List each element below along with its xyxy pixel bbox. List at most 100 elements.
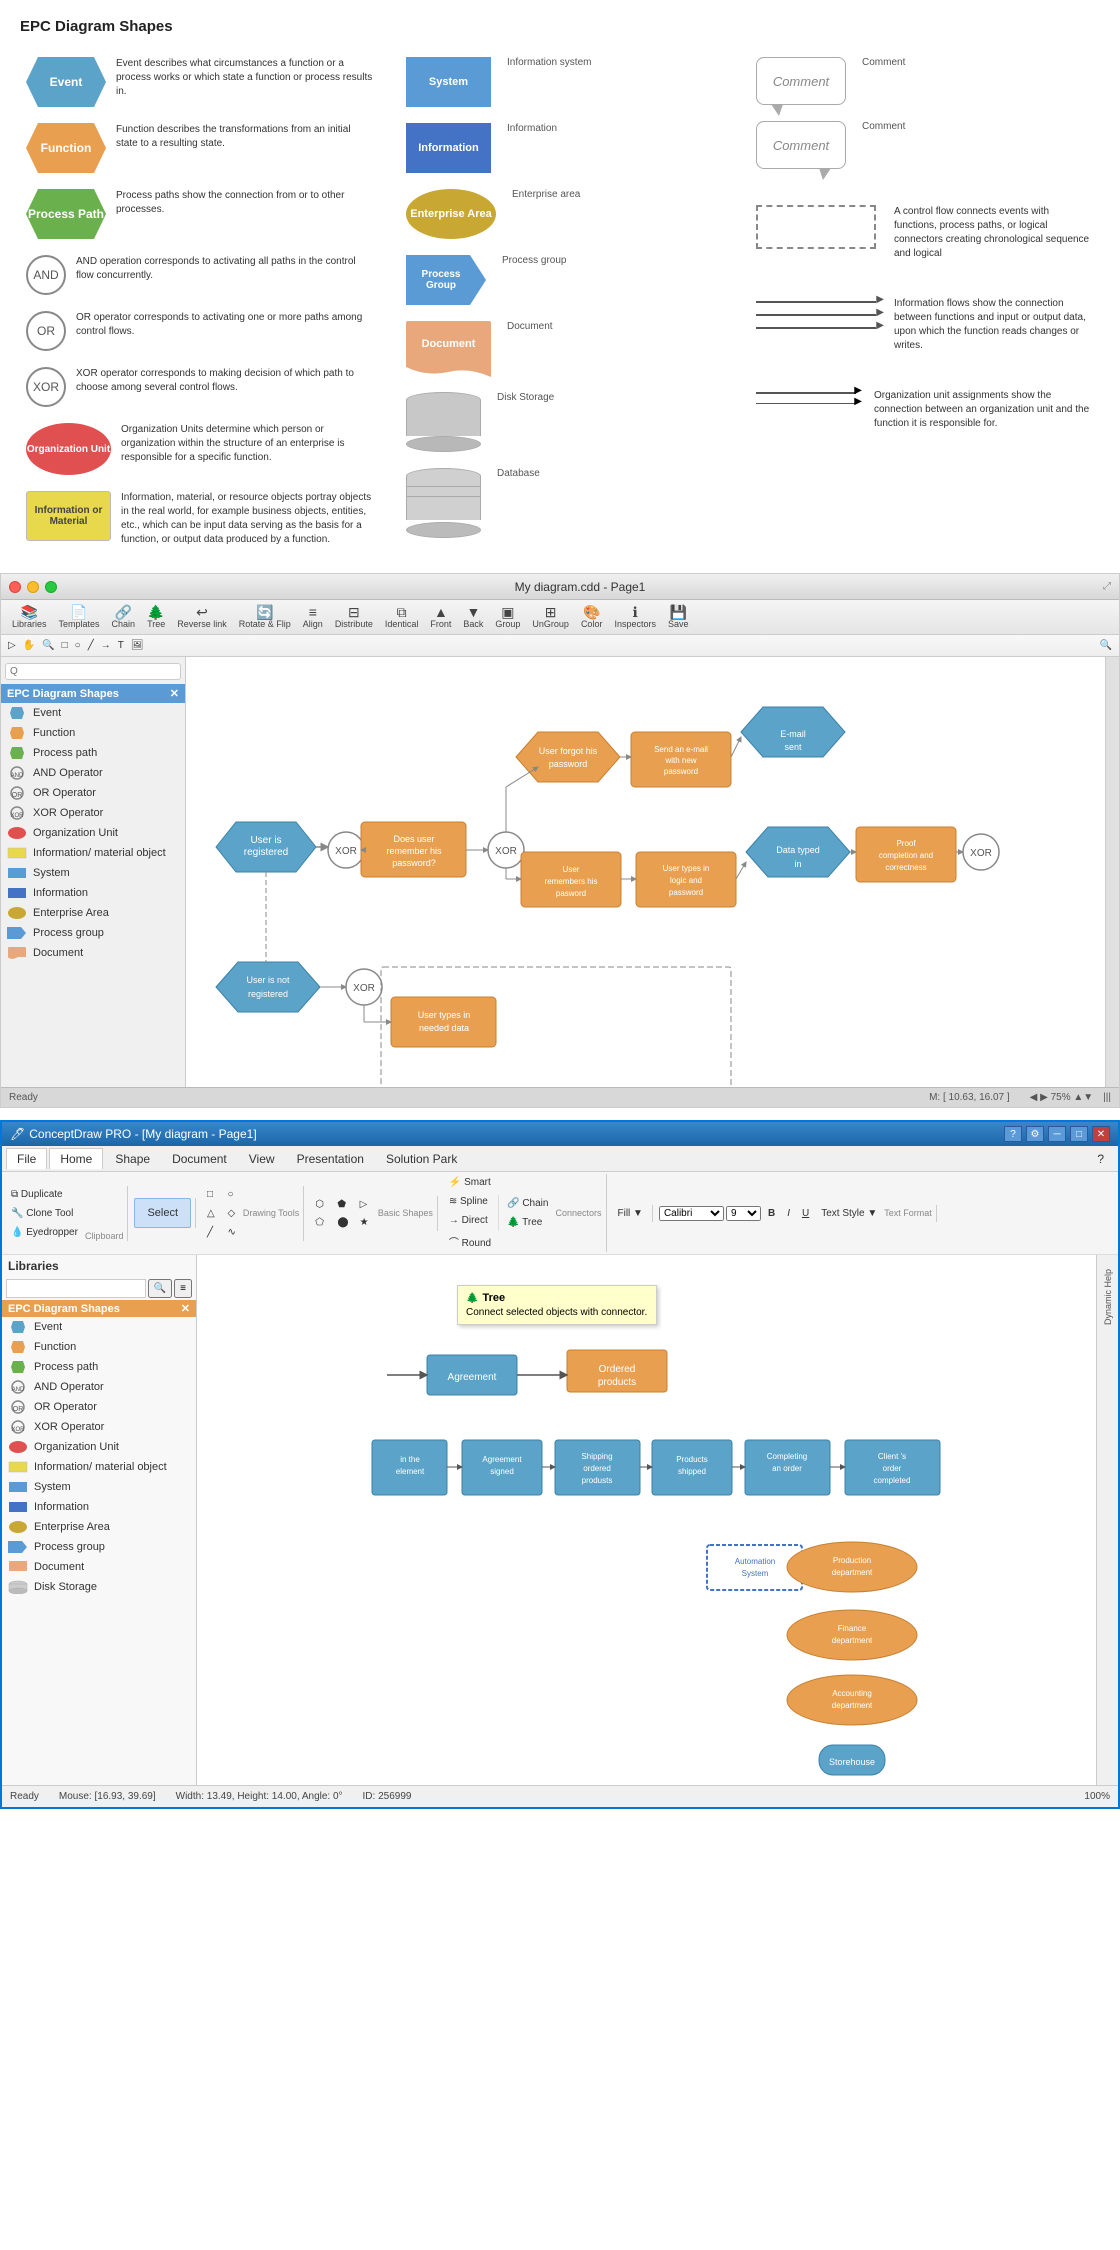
win-search-input[interactable]: [6, 1279, 146, 1298]
sidebar-or[interactable]: OR OR Operator: [1, 783, 185, 803]
bs3-btn[interactable]: ▷: [355, 1196, 376, 1213]
tb2-img[interactable]: 🖼: [128, 639, 147, 652]
bs4-btn[interactable]: ⬠: [310, 1214, 331, 1231]
tb2-hand[interactable]: ✋: [20, 639, 38, 652]
win-sidebar-cat-close[interactable]: ✕: [181, 1302, 190, 1315]
tb-ungroup[interactable]: ⊞ UnGroup: [527, 603, 574, 631]
tb-rotateflip[interactable]: 🔄 Rotate & Flip: [234, 603, 296, 631]
select-btn[interactable]: Select: [134, 1198, 191, 1228]
win-tab-presentation[interactable]: Presentation: [287, 1149, 374, 1169]
win-tab-document[interactable]: Document: [162, 1149, 237, 1169]
tb-save[interactable]: 💾 Save: [663, 603, 694, 631]
spline-connector-btn[interactable]: ≋ Spline: [444, 1193, 496, 1210]
win-close-btn[interactable]: ✕: [1092, 1126, 1110, 1142]
tb2-round[interactable]: ○: [72, 639, 84, 652]
win-sidebar-xor[interactable]: XOR XOR Operator: [2, 1417, 196, 1437]
tb-templates[interactable]: 📄 Templates: [54, 603, 105, 631]
mac-close-btn[interactable]: [9, 581, 21, 593]
tb-chain[interactable]: 🔗 Chain: [107, 603, 141, 631]
draw-line-btn[interactable]: ╱: [202, 1224, 220, 1241]
win-tab-home[interactable]: Home: [49, 1148, 103, 1169]
font-italic-btn[interactable]: I: [782, 1205, 795, 1222]
tb-color[interactable]: 🎨 Color: [576, 603, 608, 631]
win-settings-btn[interactable]: ⚙: [1026, 1126, 1044, 1142]
tb2-zoom[interactable]: 🔍: [39, 639, 57, 652]
win-tab-file[interactable]: File: [6, 1148, 47, 1169]
smart-connector-btn[interactable]: ⚡ Smart: [444, 1174, 496, 1191]
eyedropper-btn[interactable]: 💧 Eyedropper: [6, 1224, 83, 1241]
win-sidebar-entarea[interactable]: Enterprise Area: [2, 1517, 196, 1537]
font-size-select[interactable]: 9: [726, 1206, 761, 1221]
draw-tri-btn[interactable]: △: [202, 1205, 220, 1222]
tb-back[interactable]: ▼ Back: [458, 603, 488, 631]
bs5-btn[interactable]: ⬤: [332, 1214, 353, 1231]
tree-connector-btn[interactable]: 🌲 Tree: [502, 1214, 553, 1231]
tb-group[interactable]: ▣ Group: [490, 603, 525, 631]
tb2-arrow[interactable]: →: [98, 639, 114, 652]
duplicate-btn[interactable]: ⧉ Duplicate: [6, 1186, 83, 1203]
sidebar-xor[interactable]: XOR XOR Operator: [1, 803, 185, 823]
mac-sidebar-close[interactable]: ✕: [170, 687, 179, 700]
tb2-search[interactable]: 🔍: [1097, 639, 1115, 652]
sidebar-system[interactable]: System: [1, 863, 185, 883]
text-style-btn[interactable]: Text Style ▼: [816, 1205, 882, 1222]
tb2-rect[interactable]: □: [59, 639, 71, 652]
mac-maximize-btn[interactable]: [45, 581, 57, 593]
tb-inspectors[interactable]: ℹ Inspectors: [609, 603, 661, 631]
win-canvas[interactable]: 🌲 Tree Connect selected objects with con…: [197, 1255, 1096, 1785]
win-tab-view[interactable]: View: [239, 1149, 285, 1169]
bs6-btn[interactable]: ★: [355, 1214, 376, 1231]
mac-expand-icon[interactable]: ⤢: [1103, 581, 1111, 592]
clone-tool-btn[interactable]: 🔧 Clone Tool: [6, 1205, 83, 1222]
sidebar-processgroup[interactable]: Process group: [1, 923, 185, 943]
win-help-btn[interactable]: ?: [1004, 1126, 1022, 1142]
bs2-btn[interactable]: ⬟: [332, 1196, 353, 1213]
tb2-text[interactable]: T: [115, 639, 127, 652]
win-sidebar-infomaterial[interactable]: Information/ material object: [2, 1457, 196, 1477]
font-select[interactable]: Calibri: [659, 1206, 724, 1221]
tb-libraries[interactable]: 📚 Libraries: [7, 603, 52, 631]
mac-zoom-control[interactable]: ◀ ▶ 75% ▲▼: [1030, 1092, 1094, 1103]
win-sidebar-event[interactable]: Event: [2, 1317, 196, 1337]
win-sidebar-processpath[interactable]: Process path: [2, 1357, 196, 1377]
draw-rect-btn[interactable]: □: [202, 1186, 220, 1203]
tb-front[interactable]: ▲ Front: [425, 603, 456, 631]
win-tab-shape[interactable]: Shape: [105, 1149, 160, 1169]
win-tab-solutionpark[interactable]: Solution Park: [376, 1149, 467, 1169]
win-sidebar-diskstorage[interactable]: Disk Storage: [2, 1577, 196, 1597]
win-sidebar-system[interactable]: System: [2, 1477, 196, 1497]
sidebar-processpath[interactable]: Process path: [1, 743, 185, 763]
bs1-btn[interactable]: ⬡: [310, 1196, 331, 1213]
sidebar-document[interactable]: Document: [1, 943, 185, 963]
mac-scrollbar[interactable]: [1105, 657, 1119, 1087]
font-underline-btn[interactable]: U: [797, 1205, 814, 1222]
sidebar-function[interactable]: Function: [1, 723, 185, 743]
win-question[interactable]: ?: [1087, 1149, 1114, 1169]
win-sidebar-function[interactable]: Function: [2, 1337, 196, 1357]
tb-identical[interactable]: ⧉ Identical: [380, 603, 424, 631]
sidebar-orgunit[interactable]: Organization Unit: [1, 823, 185, 843]
tb-reverselink[interactable]: ↩ Reverse link: [172, 603, 232, 631]
sidebar-entarea[interactable]: Enterprise Area: [1, 903, 185, 923]
tb-distribute[interactable]: ⊟ Distribute: [330, 603, 378, 631]
win-minimize-btn[interactable]: ─: [1048, 1126, 1066, 1142]
win-list-btn[interactable]: ≡: [174, 1279, 192, 1298]
sidebar-information[interactable]: Information: [1, 883, 185, 903]
mac-search-input[interactable]: [5, 663, 181, 680]
win-sidebar-processgroup[interactable]: Process group: [2, 1537, 196, 1557]
win-search-btn[interactable]: 🔍: [148, 1279, 172, 1298]
font-bold-btn[interactable]: B: [763, 1205, 780, 1222]
sidebar-infomaterial[interactable]: Information/ material object: [1, 843, 185, 863]
sidebar-and[interactable]: AND AND Operator: [1, 763, 185, 783]
win-sidebar-or[interactable]: OR OR Operator: [2, 1397, 196, 1417]
fill-btn[interactable]: Fill ▼: [613, 1205, 648, 1222]
mac-canvas[interactable]: User is registered XOR Does user remembe…: [186, 657, 1105, 1087]
win-sidebar-information[interactable]: Information: [2, 1497, 196, 1517]
win-maximize-btn[interactable]: □: [1070, 1126, 1088, 1142]
draw-curve-btn[interactable]: ∿: [222, 1224, 240, 1241]
chain-connector-btn[interactable]: 🔗 Chain: [502, 1195, 553, 1212]
draw-circle-btn[interactable]: ○: [222, 1186, 240, 1203]
direct-connector-btn[interactable]: → Direct: [444, 1212, 496, 1229]
tb-align[interactable]: ≡ Align: [298, 603, 328, 631]
tb-tree[interactable]: 🌲 Tree: [142, 603, 170, 631]
